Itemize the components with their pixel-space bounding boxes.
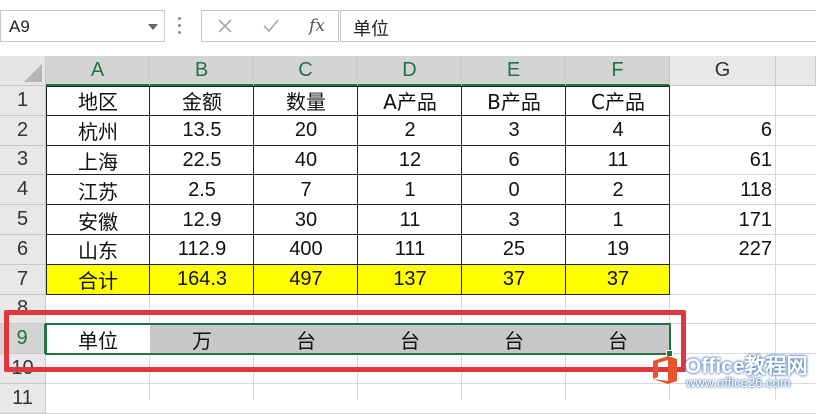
close-icon [218,19,232,33]
table-cell[interactable]: 上海 [46,146,150,176]
watermark: Office教程网 www.office26.com [645,348,816,400]
formula-bar: A9 fx 单位 [0,0,816,52]
office-logo-icon [653,356,677,384]
table-header-cell[interactable]: B产品 [462,86,566,116]
table-cell[interactable]: 山东 [46,235,150,265]
table-cell[interactable]: 30 [254,205,358,235]
table-header-cell[interactable]: 金额 [150,86,254,116]
drag-handle-icon[interactable] [178,17,182,35]
table-cell[interactable]: 400 [254,235,358,265]
table-cell[interactable]: 2.5 [150,175,254,205]
table-cell[interactable]: 12 [358,146,462,176]
row-header-3[interactable]: 3 [0,145,46,176]
column-header-f[interactable]: F [566,56,670,86]
table-header-cell[interactable]: 数量 [254,86,358,116]
insert-function-button[interactable]: fx [294,11,340,41]
table-cell[interactable]: 4 [566,116,670,146]
column-header-d[interactable]: D [358,56,462,86]
row-header-4[interactable]: 4 [0,175,46,206]
row-header-1[interactable]: 1 [0,86,46,116]
table-cell[interactable]: 12.9 [150,205,254,235]
table-cell[interactable]: 11 [566,146,670,176]
column-g-cell[interactable]: 6 [670,116,776,146]
column-g-cell[interactable]: 61 [670,146,776,176]
name-box-value: A9 [9,17,30,36]
table-cell[interactable]: 3 [462,205,566,235]
table-cell[interactable]: 杭州 [46,116,150,146]
table-cell[interactable]: 3 [462,116,566,146]
total-cell[interactable]: 37 [462,265,566,295]
column-header-b[interactable]: B [150,56,254,86]
total-cell[interactable]: 164.3 [150,265,254,295]
table-cell[interactable]: 13.5 [150,116,254,146]
column-header-c[interactable]: C [254,56,358,86]
column-g-cell[interactable]: 227 [670,235,776,265]
table-cell[interactable]: 2 [566,175,670,205]
column-g-cell[interactable]: 118 [670,175,776,205]
row-header-5[interactable]: 5 [0,205,46,235]
table-header-cell[interactable]: 地区 [46,86,150,116]
column-header-filler [776,56,816,86]
enter-button[interactable] [248,11,294,41]
total-cell[interactable]: 497 [254,265,358,295]
table-cell[interactable]: 1 [358,175,462,205]
table-cell[interactable]: 19 [566,235,670,265]
table-cell[interactable]: 25 [462,235,566,265]
table-cell[interactable]: 2 [358,116,462,146]
table-cell[interactable]: 7 [254,175,358,205]
table-cell[interactable]: 1 [566,205,670,235]
select-all-button[interactable] [0,56,46,86]
table-header-cell[interactable]: A产品 [358,86,462,116]
table-cell[interactable]: 0 [462,175,566,205]
table-cell[interactable]: 安徽 [46,205,150,235]
column-header-a[interactable]: A [46,56,150,86]
total-cell[interactable]: 137 [358,265,462,295]
column-header-e[interactable]: E [462,56,566,86]
total-cell[interactable]: 37 [566,265,670,295]
row-header-11[interactable]: 11 [0,384,46,414]
table-cell[interactable]: 40 [254,146,358,176]
row-header-6[interactable]: 6 [0,235,46,265]
table-cell[interactable]: 112.9 [150,235,254,265]
table-cell[interactable]: 6 [462,146,566,176]
table-cell[interactable]: 江苏 [46,175,150,205]
column-g-cell[interactable]: 171 [670,205,776,235]
check-icon [263,19,279,33]
name-box[interactable]: A9 [0,10,165,42]
table-cell[interactable]: 11 [358,205,462,235]
formula-input[interactable]: 单位 [340,10,816,42]
row-header-7[interactable]: 7 [0,264,46,295]
highlight-box [4,310,686,373]
formula-value: 单位 [353,19,389,40]
total-cell[interactable]: 合计 [46,265,150,295]
table-header-cell[interactable]: C产品 [566,86,670,116]
cancel-button[interactable] [202,11,248,41]
table-cell[interactable]: 20 [254,116,358,146]
table-cell[interactable]: 111 [358,235,462,265]
watermark-url: www.office26.com [686,375,791,390]
chevron-down-icon[interactable] [148,24,158,30]
row-header-2[interactable]: 2 [0,115,46,146]
column-header-g[interactable]: G [670,56,776,86]
fx-icon: fx [309,16,325,36]
table-cell[interactable]: 22.5 [150,146,254,176]
formula-buttons: fx [201,10,339,42]
